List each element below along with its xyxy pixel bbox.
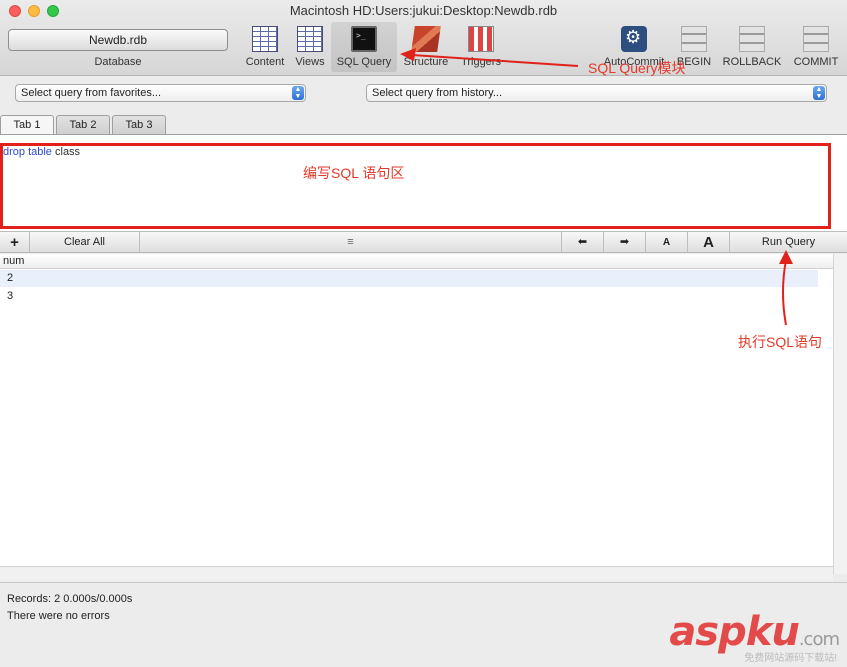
annotation-arrows [400,48,793,326]
sql-query-arrow [411,54,579,67]
sql-query-arrowhead [400,48,416,61]
run-query-arrowhead [779,250,793,264]
run-query-arrow [782,259,787,326]
execute-annotation: 执行SQL语句 [738,334,823,350]
sql-query-module-annotation: SQL Query模块 [588,60,686,76]
